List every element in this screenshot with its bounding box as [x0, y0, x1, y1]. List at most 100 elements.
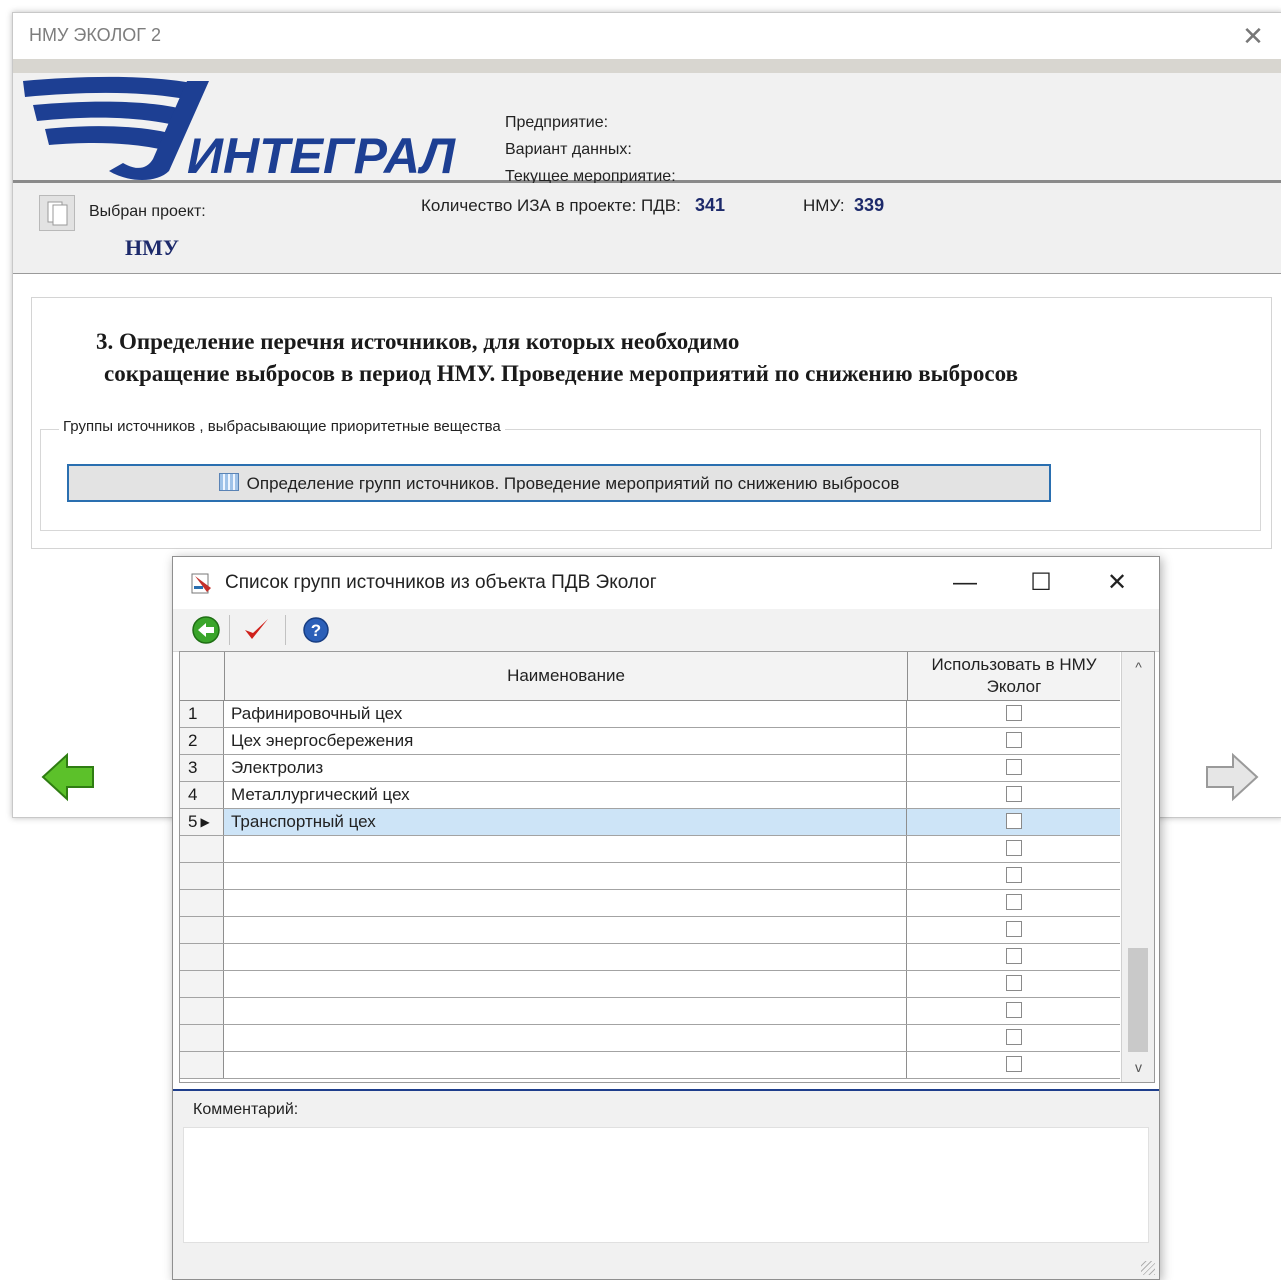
use-in-nmu-checkbox[interactable]: [1006, 813, 1022, 829]
table-row[interactable]: [180, 890, 1120, 917]
row-number-text: 5: [188, 812, 198, 831]
use-in-nmu-cell: [908, 971, 1120, 997]
row-number: 5 ▶: [180, 809, 224, 835]
group-name-cell[interactable]: Электролиз: [225, 755, 907, 781]
red-checkmark-icon[interactable]: [241, 615, 271, 645]
close-icon[interactable]: ✕: [1095, 565, 1139, 601]
use-in-nmu-checkbox[interactable]: [1006, 1029, 1022, 1045]
column-header-name[interactable]: Наименование: [225, 652, 908, 700]
group-name-cell[interactable]: [225, 863, 907, 889]
use-in-nmu-checkbox[interactable]: [1006, 1056, 1022, 1072]
group-name-cell[interactable]: [225, 998, 907, 1024]
pdv-count: 341: [694, 195, 726, 215]
use-in-nmu-checkbox[interactable]: [1006, 840, 1022, 856]
table-row[interactable]: 3 Электролиз: [180, 755, 1120, 782]
use-in-nmu-cell: [908, 1052, 1120, 1078]
row-number: [180, 863, 224, 889]
group-name-cell[interactable]: Металлургический цех: [225, 782, 907, 808]
maximize-icon[interactable]: ☐: [1019, 565, 1063, 601]
row-number: 2: [180, 728, 224, 754]
comment-area: Комментарий:: [173, 1091, 1159, 1279]
use-in-nmu-cell: [908, 998, 1120, 1024]
project-icon[interactable]: [39, 195, 75, 231]
use-in-nmu-cell: [908, 782, 1120, 808]
use-in-nmu-checkbox[interactable]: [1006, 1002, 1022, 1018]
green-back-arrow-icon[interactable]: [191, 615, 221, 645]
title-bar: НМУ ЭКОЛОГ 2 ✕: [13, 13, 1281, 59]
row-number: [180, 1025, 224, 1051]
banner: ИНТЕГРАЛ Предприятие: Вариант данных: Те…: [13, 59, 1281, 185]
scroll-down-icon[interactable]: v: [1122, 1052, 1154, 1082]
use-in-nmu-checkbox[interactable]: [1006, 786, 1022, 802]
table-row[interactable]: [180, 863, 1120, 890]
table-row[interactable]: [180, 998, 1120, 1025]
help-icon[interactable]: ?: [301, 615, 331, 645]
use-in-nmu-checkbox[interactable]: [1006, 759, 1022, 775]
use-in-nmu-checkbox[interactable]: [1006, 732, 1022, 748]
define-groups-button[interactable]: Определение групп источников. Проведение…: [67, 464, 1051, 502]
group-name-cell[interactable]: [225, 971, 907, 997]
dialog-title: Список групп источников из объекта ПДВ Э…: [225, 572, 657, 593]
row-number: 1: [180, 701, 224, 727]
group-name-cell[interactable]: [225, 1025, 907, 1051]
column-header-use[interactable]: Использовать в НМУ Эколог: [908, 652, 1120, 700]
group-name-cell[interactable]: Рафинировочный цех: [225, 701, 907, 727]
table-row[interactable]: [180, 1052, 1120, 1079]
row-number: [180, 944, 224, 970]
row-number: [180, 836, 224, 862]
vertical-scrollbar[interactable]: ^ v: [1121, 652, 1154, 1082]
row-number: [180, 998, 224, 1024]
group-name-cell[interactable]: [225, 944, 907, 970]
comment-label: Комментарий:: [193, 1101, 299, 1118]
table-row[interactable]: [180, 1025, 1120, 1052]
enterprise-info: Предприятие: Вариант данных: Текущее мер…: [505, 109, 676, 190]
use-in-nmu-cell: [908, 890, 1120, 916]
use-in-nmu-checkbox[interactable]: [1006, 948, 1022, 964]
group-name-cell[interactable]: [225, 836, 907, 862]
table-row[interactable]: 5 ▶ Транспортный цех: [180, 809, 1120, 836]
forward-arrow-icon[interactable]: [1203, 751, 1259, 803]
table-row[interactable]: 4 Металлургический цех: [180, 782, 1120, 809]
group-name-cell[interactable]: [225, 1052, 907, 1078]
svg-text:ИНТЕГРАЛ: ИНТЕГРАЛ: [187, 128, 457, 184]
use-in-nmu-cell: [908, 944, 1120, 970]
step-title-line1: 3. Определение перечня источников, для к…: [96, 329, 740, 354]
use-in-nmu-checkbox[interactable]: [1006, 705, 1022, 721]
use-in-nmu-checkbox[interactable]: [1006, 894, 1022, 910]
table-row[interactable]: [180, 836, 1120, 863]
group-name-cell[interactable]: [225, 890, 907, 916]
toolbar-separator: [285, 615, 286, 645]
use-in-nmu-cell: [908, 809, 1120, 835]
use-in-nmu-checkbox[interactable]: [1006, 867, 1022, 883]
nmu-label: НМУ:: [803, 196, 845, 215]
row-number-header: [180, 652, 225, 700]
close-icon[interactable]: ✕: [1238, 21, 1268, 51]
row-number: [180, 890, 224, 916]
current-row-indicator-icon: ▶: [200, 815, 210, 829]
project-name: НМУ: [125, 235, 180, 260]
toolbar-separator: [229, 615, 230, 645]
scroll-up-icon[interactable]: ^: [1122, 652, 1154, 682]
row-number: [180, 971, 224, 997]
group-name-cell[interactable]: Цех энергосбережения: [225, 728, 907, 754]
table-row[interactable]: 2 Цех энергосбережения: [180, 728, 1120, 755]
table-row[interactable]: [180, 917, 1120, 944]
back-arrow-icon[interactable]: [41, 751, 97, 803]
project-bar: Выбран проект: НМУ Количество ИЗА в прое…: [13, 183, 1281, 274]
table-row[interactable]: [180, 944, 1120, 971]
row-number: [180, 917, 224, 943]
table-rows: 1 Рафинировочный цех 2 Цех энергосбережения…: [180, 701, 1120, 1079]
source-groups-dialog: Список групп источников из объекта ПДВ Э…: [172, 556, 1160, 1280]
comment-textarea[interactable]: [183, 1127, 1149, 1243]
scroll-thumb[interactable]: [1128, 948, 1148, 1052]
dialog-toolbar: ?: [173, 609, 1159, 652]
resize-grip-icon[interactable]: [1141, 1261, 1155, 1275]
minimize-icon[interactable]: —: [943, 565, 987, 601]
selected-project-label: Выбран проект:: [89, 203, 206, 220]
group-name-cell[interactable]: [225, 917, 907, 943]
use-in-nmu-checkbox[interactable]: [1006, 975, 1022, 991]
table-row[interactable]: 1 Рафинировочный цех: [180, 701, 1120, 728]
use-in-nmu-checkbox[interactable]: [1006, 921, 1022, 937]
table-row[interactable]: [180, 971, 1120, 998]
group-name-cell[interactable]: Транспортный цех: [225, 809, 907, 835]
